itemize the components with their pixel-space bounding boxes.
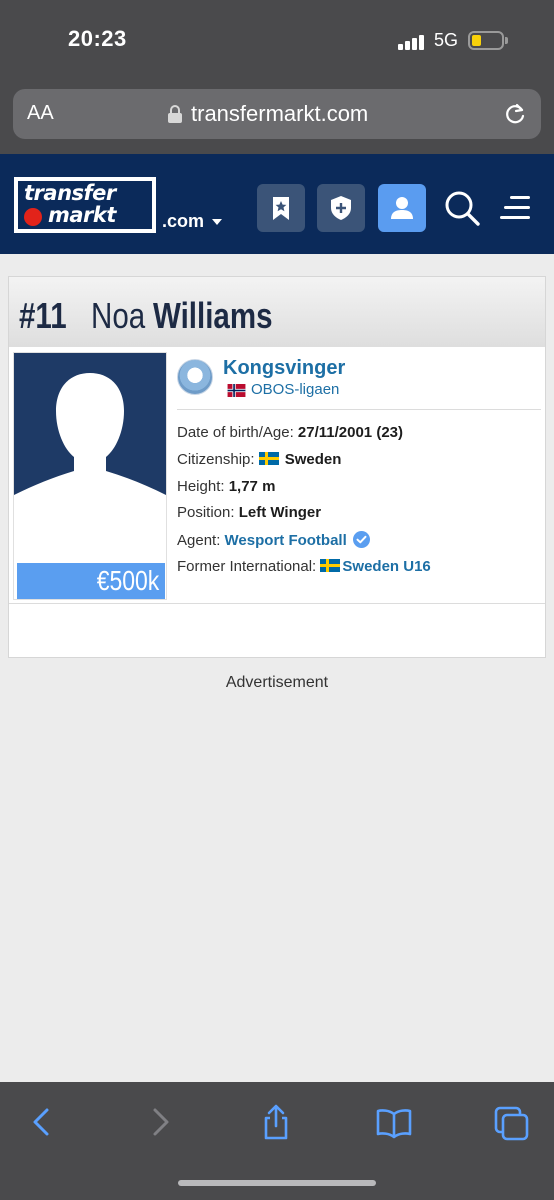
market-value-badge[interactable]: €500k [17, 563, 165, 599]
market-value: €500k [96, 565, 159, 596]
divider [177, 409, 541, 410]
reload-icon[interactable] [503, 101, 527, 127]
club-shield-button[interactable] [317, 184, 365, 232]
user-icon [391, 197, 413, 219]
player-card: #11 Noa Williams €500k Kongsvinger OBOS-… [8, 276, 546, 658]
agent-label: Agent: [177, 532, 221, 549]
site-header: transfer markt .com [0, 154, 554, 254]
status-bar: 20:23 5G [0, 0, 554, 80]
agent-link[interactable]: Wesport Football [225, 532, 347, 549]
caret-down-icon [212, 219, 223, 226]
silhouette-icon [14, 373, 166, 539]
height-value: 1,77 m [228, 478, 276, 495]
lock-icon [168, 105, 182, 123]
club-crest-icon[interactable] [177, 359, 213, 395]
address-bar[interactable]: AA transfermarkt.com [13, 89, 541, 139]
menu-icon[interactable] [500, 192, 532, 224]
text-size-button[interactable]: AA [27, 102, 54, 125]
club-link[interactable]: Kongsvinger [223, 357, 345, 380]
player-last-name: Williams [153, 295, 273, 336]
player-photo-box: €500k [13, 352, 167, 600]
citizenship-value: Sweden [284, 451, 342, 468]
profile-button[interactable] [378, 184, 426, 232]
advertisement-label: Advertisement [225, 674, 329, 691]
url-text[interactable]: transfermarkt.com [191, 101, 368, 127]
domain-selector[interactable]: .com [162, 211, 223, 232]
player-number: #11 [19, 295, 67, 336]
tabs-icon[interactable] [492, 1102, 532, 1142]
player-photo-placeholder [14, 353, 166, 539]
height-label: Height: [177, 478, 225, 495]
shield-plus-icon [331, 196, 351, 220]
position-value: Left Winger [238, 504, 322, 521]
battery-tip [505, 37, 508, 44]
position-label: Position: [177, 504, 235, 521]
signal-icon [398, 34, 426, 50]
position-row: Position: Left Winger [177, 504, 321, 521]
national-team-link[interactable]: Sweden U16 [342, 558, 430, 575]
verified-check-icon [352, 531, 370, 548]
league-link[interactable]: OBOS-ligaen [251, 381, 339, 398]
status-time: 20:23 [68, 26, 127, 51]
bookmark-star-icon [273, 197, 289, 220]
dob-value: 27/11/2001 (23) [297, 424, 403, 441]
divider [9, 603, 545, 604]
logo-text-bottom: markt [48, 203, 116, 227]
domain-label: .com [162, 211, 205, 231]
transfermarkt-logo[interactable]: transfer markt [14, 177, 156, 233]
battery-icon [468, 31, 504, 50]
share-icon[interactable] [256, 1102, 296, 1142]
player-header: #11 Noa Williams [9, 277, 545, 347]
forward-icon[interactable] [140, 1102, 180, 1142]
former-international-row: Former International: Sweden U16 [177, 558, 431, 575]
citizenship-label: Citizenship: [177, 451, 255, 468]
dob-row: Date of birth/Age: 27/11/2001 (23) [177, 424, 403, 441]
former-international-label: Former International: [177, 558, 317, 575]
logo-ball-icon [24, 208, 42, 226]
search-icon[interactable] [442, 188, 482, 228]
agent-row: Agent: Wesport Football [177, 531, 370, 549]
logo-text-top: transfer [24, 181, 116, 205]
sweden-flag-icon [258, 452, 279, 465]
network-type: 5G [434, 30, 459, 50]
citizenship-row: Citizenship: Sweden [177, 451, 341, 468]
home-indicator[interactable] [178, 1180, 376, 1186]
player-first-name: Noa [91, 295, 146, 336]
dob-label: Date of birth/Age: [177, 424, 294, 441]
back-icon[interactable] [22, 1102, 62, 1142]
bookmark-button[interactable] [257, 184, 305, 232]
sweden-flag-icon [320, 559, 341, 572]
browser-address-area: AA transfermarkt.com [0, 80, 554, 154]
height-row: Height: 1,77 m [177, 478, 275, 495]
norway-flag-icon [227, 384, 246, 397]
bookmarks-book-icon[interactable] [374, 1102, 414, 1142]
